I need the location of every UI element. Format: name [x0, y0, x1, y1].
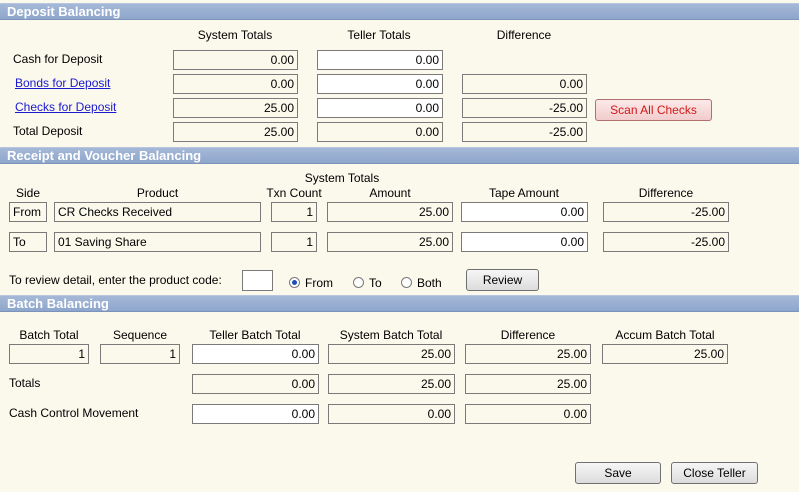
deposit-difference-header: Difference [496, 28, 552, 42]
amount-header: Amount [369, 186, 411, 200]
batch-total-header: Batch Total [19, 328, 79, 342]
system-totals-group-header: System Totals [304, 171, 380, 185]
bonds-system-total-field: 0.00 [173, 74, 298, 94]
cash-system-total-field: 0.00 [173, 50, 298, 70]
deposit-section-title: Deposit Balancing [7, 4, 121, 19]
radio-from-label[interactable]: From [305, 276, 333, 290]
system-batch-total-header: System Batch Total [339, 328, 443, 342]
deposit-teller-totals-header: Teller Totals [347, 28, 411, 42]
batch-total-field: 1 [9, 344, 89, 364]
amount-to-field: 25.00 [327, 232, 453, 252]
accum-batch-total-header: Accum Batch Total [615, 328, 715, 342]
sequence-field: 1 [100, 344, 180, 364]
bonds-for-deposit-link[interactable]: Bonds for Deposit [15, 76, 110, 90]
difference-from-field: -25.00 [603, 202, 729, 222]
tape-amount-from-field[interactable]: 0.00 [461, 202, 588, 222]
product-code-input[interactable] [242, 270, 273, 291]
cash-control-system-field: 0.00 [328, 404, 455, 424]
totals-system-batch-field: 25.00 [328, 374, 455, 394]
checks-for-deposit-link[interactable]: Checks for Deposit [15, 100, 116, 114]
radio-from[interactable] [289, 277, 300, 288]
batch-difference-field: 25.00 [465, 344, 591, 364]
cash-control-difference-field: 0.00 [465, 404, 591, 424]
checks-difference-field: -25.00 [462, 98, 587, 118]
batch-section-title: Batch Balancing [7, 296, 109, 311]
txn-count-header: Txn Count [266, 186, 322, 200]
total-system-total-field: 25.00 [173, 122, 298, 142]
txn-count-to-field: 1 [271, 232, 317, 252]
receipt-section-title: Receipt and Voucher Balancing [7, 148, 202, 163]
tape-amount-header: Tape Amount [488, 186, 560, 200]
totals-label: Totals [9, 376, 41, 390]
radio-both-label[interactable]: Both [417, 276, 442, 290]
close-teller-button[interactable]: Close Teller [671, 462, 758, 484]
product-to-field: 01 Saving Share [54, 232, 261, 252]
cash-for-deposit-label: Cash for Deposit [13, 52, 103, 66]
difference-to-field: -25.00 [603, 232, 729, 252]
review-prompt-label: To review detail, enter the product code… [9, 273, 222, 287]
system-batch-total-field: 25.00 [328, 344, 455, 364]
product-header: Product [136, 186, 179, 200]
product-from-field: CR Checks Received [54, 202, 261, 222]
bonds-difference-field: 0.00 [462, 74, 587, 94]
checks-teller-total-field[interactable]: 0.00 [317, 98, 443, 118]
radio-to-label[interactable]: To [369, 276, 382, 290]
deposit-system-totals-header: System Totals [197, 28, 273, 42]
deposit-section-header: Deposit Balancing [0, 3, 799, 20]
sequence-header: Sequence [112, 328, 168, 342]
total-deposit-label: Total Deposit [13, 124, 83, 138]
side-to-field: To [9, 232, 47, 252]
totals-difference-field: 25.00 [465, 374, 591, 394]
batch-section-header: Batch Balancing [0, 295, 799, 312]
cash-teller-total-field[interactable]: 0.00 [317, 50, 443, 70]
bonds-teller-total-field[interactable]: 0.00 [317, 74, 443, 94]
radio-to[interactable] [353, 277, 364, 288]
accum-batch-total-field: 25.00 [602, 344, 728, 364]
receipt-difference-header: Difference [638, 186, 694, 200]
cash-control-movement-label: Cash Control Movement [9, 406, 139, 420]
side-from-field: From [9, 202, 47, 222]
radio-both[interactable] [401, 277, 412, 288]
side-header: Side [15, 186, 41, 200]
amount-from-field: 25.00 [327, 202, 453, 222]
scan-all-checks-button[interactable]: Scan All Checks [595, 99, 712, 121]
checks-system-total-field: 25.00 [173, 98, 298, 118]
tape-amount-to-field[interactable]: 0.00 [461, 232, 588, 252]
batch-difference-header: Difference [500, 328, 556, 342]
total-teller-total-field: 0.00 [317, 122, 443, 142]
save-button[interactable]: Save [575, 462, 661, 484]
txn-count-from-field: 1 [271, 202, 317, 222]
receipt-section-header: Receipt and Voucher Balancing [0, 147, 799, 164]
total-difference-field: -25.00 [462, 122, 587, 142]
teller-batch-total-header: Teller Batch Total [209, 328, 301, 342]
teller-batch-total-field[interactable]: 0.00 [192, 344, 319, 364]
cash-control-teller-field[interactable]: 0.00 [192, 404, 319, 424]
review-button[interactable]: Review [466, 269, 539, 291]
totals-teller-batch-field: 0.00 [192, 374, 319, 394]
